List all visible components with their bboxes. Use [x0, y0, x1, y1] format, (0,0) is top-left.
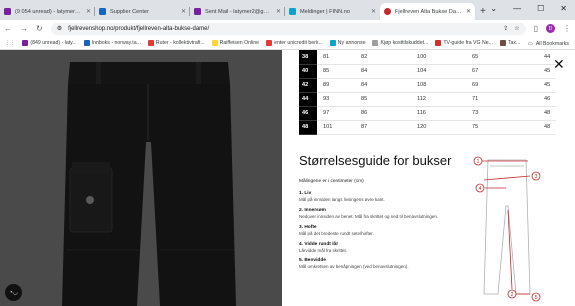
table-row: 48 101 87 120 75 48 — [299, 120, 556, 135]
close-tab-icon[interactable]: ✕ — [276, 8, 281, 15]
measurement-list: 1. Liv Mål på innsiden langs livsingens … — [299, 191, 464, 275]
mail-bookmark-icon — [83, 40, 90, 46]
reload-icon[interactable]: ↻ — [36, 24, 43, 33]
diagram-label-5: 5 — [535, 295, 538, 301]
window-controls: ⌄ — ☐ ✕ — [490, 0, 575, 16]
tab-supplier-center[interactable]: Supplier Center ✕ — [95, 3, 190, 20]
tab-fjellreven-active[interactable]: Fjellreven Alta Bukse Dame ✕ — [380, 3, 475, 20]
diagram-label-3: 3 — [535, 174, 538, 180]
page-bookmark-icon — [372, 40, 379, 46]
tab-title: Supplier Center — [110, 8, 149, 15]
back-arrow-icon[interactable]: ← — [4, 24, 12, 33]
close-tab-icon[interactable]: ✕ — [181, 8, 186, 15]
vg-bookmark-icon — [435, 40, 442, 46]
tab-strip: (9 054 unread) - latymer1@... ✕ Supplier… — [0, 0, 575, 20]
browser-window: (9 054 unread) - latymer1@... ✕ Supplier… — [0, 0, 575, 306]
table-row: 38 81 82 100 65 44 — [299, 50, 556, 65]
size-guide-intro: Målingene er i centimeter (cm) — [299, 179, 364, 184]
apps-grid-icon[interactable]: ⋮⋮ — [5, 40, 15, 46]
profile-avatar[interactable]: D — [546, 24, 555, 33]
bookmark-item[interactable]: Tax... — [499, 40, 520, 46]
browser-toolbar: ← → ↻ ⚙ fjellrevenshop.no/produkt/fjellr… — [0, 20, 575, 37]
supplier-favicon-icon — [99, 8, 106, 15]
address-bar[interactable]: ⚙ fjellrevenshop.no/produkt/fjellreven-a… — [50, 22, 526, 35]
bookmarks-bar: ⋮⋮ (849 unread) - laty... Innboks - norw… — [0, 37, 575, 50]
chat-bubble-icon: ◔◡ — [9, 290, 18, 296]
bookmark-item[interactable]: TV-guide fra VG Ne... — [435, 40, 493, 46]
bookmark-item[interactable]: Raiffeisen Online — [211, 40, 259, 46]
table-row: 42 89 84 108 69 45 — [299, 78, 556, 93]
menu-kebab-icon[interactable]: ⋮ — [563, 24, 571, 33]
gmail-favicon-icon — [194, 8, 201, 15]
measure-item: 4. Vidde rundt lår Lårvidde mål fra skri… — [299, 241, 348, 253]
site-info-icon[interactable]: ⚙ — [57, 25, 62, 32]
tab-title: Sent Mail - latymer2@gmail... — [205, 8, 273, 15]
finn-favicon-icon — [289, 8, 296, 15]
tab-title: (9 054 unread) - latymer1@... — [15, 8, 83, 15]
pants-image — [62, 62, 236, 306]
diagram-label-1: 1 — [477, 159, 480, 165]
chat-widget-button[interactable]: ◔◡ — [5, 284, 22, 301]
minimize-icon[interactable]: — — [513, 4, 521, 13]
table-row: 40 85 84 104 67 45 — [299, 64, 556, 79]
forward-arrow-icon[interactable]: → — [20, 24, 28, 33]
diagram-label-4: 4 — [479, 186, 482, 192]
close-tab-icon[interactable]: ✕ — [86, 8, 91, 15]
ruter-bookmark-icon — [147, 40, 154, 46]
measure-item: 3. Hofte Mål på det bredeste rundt sete/… — [299, 224, 374, 236]
share-icon[interactable]: ⇪ — [503, 25, 508, 32]
size-table: 38 81 82 100 65 44 40 85 84 104 67 45 42 — [299, 50, 556, 135]
measure-item: 1. Liv Mål på innsiden langs livsingens … — [299, 191, 385, 202]
measure-item: 2. Innersøm Nedover innsiden av benet. M… — [299, 207, 439, 219]
folder-icon: ▭ — [527, 40, 533, 47]
bookmark-item[interactable]: enter unicredit berk... — [266, 40, 323, 46]
tab-finn-messages[interactable]: Meldinger | FINN.no ✕ — [285, 3, 380, 20]
sidebar-panel-icon[interactable]: ▯ — [534, 24, 538, 33]
tab-title: Fjellreven Alta Bukse Dame — [395, 8, 463, 15]
size-guide-title: Størrelsesguide for bukser — [299, 153, 452, 168]
finn-bookmark-icon — [329, 40, 336, 46]
raiffeisen-bookmark-icon — [211, 40, 218, 46]
tab-gmail-unread[interactable]: (9 054 unread) - latymer1@... ✕ — [0, 3, 95, 20]
pants-measurement-diagram: 1 2 3 4 5 — [473, 156, 541, 302]
unicredit-bookmark-icon — [266, 40, 273, 46]
all-bookmarks-button[interactable]: ▭ All Bookmarks — [523, 37, 569, 49]
gmail-favicon-icon — [4, 8, 11, 15]
gmail-bookmark-icon — [22, 40, 29, 46]
close-tab-icon[interactable]: ✕ — [466, 8, 471, 15]
maximize-icon[interactable]: ☐ — [537, 4, 544, 13]
new-tab-button[interactable]: + — [480, 3, 486, 20]
bookmark-star-icon[interactable]: ☆ — [514, 25, 519, 32]
close-window-icon[interactable]: ✕ — [560, 4, 567, 13]
bookmark-item[interactable]: (849 unread) - laty... — [22, 40, 77, 46]
url-text[interactable]: fjellrevenshop.no/produkt/fjellreven-alt… — [68, 26, 497, 32]
size-guide-modal: ✕ 38 81 82 100 65 44 40 85 84 104 67 45 — [282, 50, 575, 306]
bookmark-item[interactable]: Ruter - kollektivtrafi... — [147, 40, 205, 46]
tax-bookmark-icon — [499, 40, 506, 46]
tab-search-icon[interactable]: ⌄ — [490, 4, 497, 13]
measure-item: 5. Benvidde Mål omkretsen av benåpningen… — [299, 258, 409, 270]
page-content: ✕ 38 81 82 100 65 44 40 85 84 104 67 45 — [0, 50, 575, 306]
diagram-label-2: 2 — [511, 292, 514, 298]
tab-sent-mail[interactable]: Sent Mail - latymer2@gmail... ✕ — [190, 3, 285, 20]
product-photo — [0, 50, 300, 306]
bookmark-item[interactable]: Kjøp kosttilskuddet... — [372, 40, 428, 46]
table-row: 46 97 86 116 73 48 — [299, 106, 556, 121]
table-row: 44 93 85 112 71 46 — [299, 92, 556, 107]
tab-title: Meldinger | FINN.no — [300, 8, 350, 15]
bookmark-item[interactable]: Ny annonse — [329, 40, 365, 46]
fjellreven-favicon-icon — [384, 8, 391, 15]
bookmark-item[interactable]: Innboks - norway.ta... — [83, 40, 141, 46]
close-tab-icon[interactable]: ✕ — [371, 8, 376, 15]
